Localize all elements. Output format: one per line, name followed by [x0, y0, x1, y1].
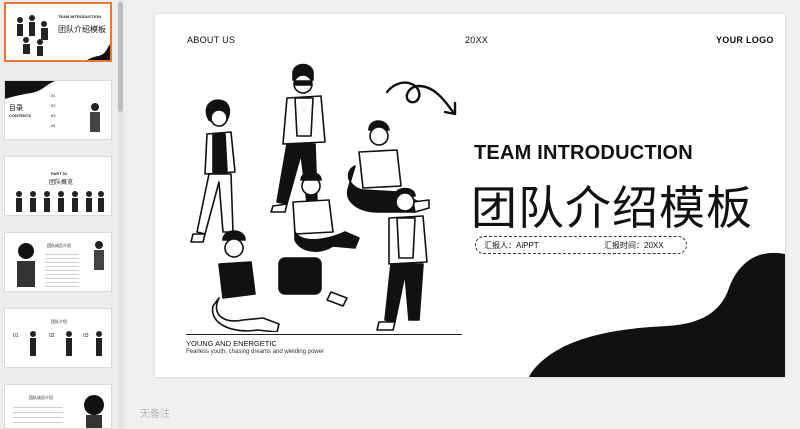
thumb-num: 01: [13, 333, 19, 339]
thumb-num: 02: [51, 103, 56, 108]
people-illustration-icon: [17, 15, 48, 56]
person-illustration-icon: [84, 395, 104, 428]
header-year: 20XX: [465, 35, 489, 45]
slide-thumbnail-1[interactable]: TEAM INTRODUCTION 团队介绍模板: [4, 2, 112, 62]
title-english[interactable]: TEAM INTRODUCTION: [474, 142, 693, 165]
header-logo: YOUR LOGO: [716, 35, 774, 45]
people-row-illustration-icon: [30, 331, 102, 356]
slide-thumbnail-4[interactable]: 团队成员介绍: [4, 232, 112, 292]
team-illustration: [190, 63, 430, 332]
subtagline[interactable]: Fearless youth, chasing dreams and wield…: [186, 349, 324, 355]
black-blob-decoration: [529, 252, 785, 377]
divider-line: [186, 334, 462, 335]
thumb-text-lines: [13, 403, 63, 427]
thumb-section-title: 团队成员介绍: [47, 243, 71, 248]
thumb-title-cn: 团队介绍模板: [58, 25, 106, 34]
thumb-section-title: 团队介绍: [51, 319, 67, 324]
thumb-title-en: TEAM INTRODUCTION: [58, 14, 102, 19]
notes-placeholder[interactable]: 无备注: [140, 405, 170, 420]
person-illustration-icon: [17, 243, 35, 287]
people-row-illustration-icon: [16, 191, 104, 212]
tagline[interactable]: YOUNG AND ENERGETIC: [186, 339, 277, 348]
slide-thumbnail-3[interactable]: PART 01 团队概览: [4, 156, 112, 216]
thumb-part-label: PART 01: [51, 171, 68, 176]
person-figure-1: [190, 99, 236, 243]
slide-canvas[interactable]: ABOUT US 20XX YOUR LOGO TEAM INTRODUCTIO…: [155, 14, 785, 377]
thumb-part-title: 团队概览: [49, 180, 74, 186]
title-chinese[interactable]: 团队介绍模板: [471, 172, 753, 238]
blob-decoration: [5, 81, 55, 99]
person-figure-3: [346, 120, 430, 213]
slide-thumbnail-5[interactable]: 团队介绍 01 02 03: [4, 308, 112, 368]
header-about-us: ABOUT US: [187, 35, 236, 45]
thumb-num: 03: [51, 113, 56, 118]
thumbnail-scrollbar-thumb[interactable]: [118, 2, 123, 112]
thumb-num: 01: [51, 93, 56, 98]
thumb-text-lines: [45, 251, 79, 287]
slide-thumbnail-2[interactable]: 目录 CONTENTS 01 02 03 04: [4, 80, 112, 140]
thumb-contents-title: 目录: [9, 105, 23, 112]
thumb-num: 04: [51, 123, 56, 128]
person-illustration-icon: [90, 103, 100, 132]
slide-thumbnail-pane: TEAM INTRODUCTION 团队介绍模板 目录 CONTENTS 01 …: [0, 0, 126, 429]
thumb-contents-sub: CONTENTS: [9, 113, 31, 118]
slide-thumbnail-6[interactable]: 团队成员介绍: [4, 384, 112, 429]
person-illustration-icon: [94, 241, 104, 270]
thumb-section-title: 团队成员介绍: [29, 395, 53, 400]
person-figure-5: [211, 230, 280, 332]
blob-decoration: [87, 44, 110, 60]
